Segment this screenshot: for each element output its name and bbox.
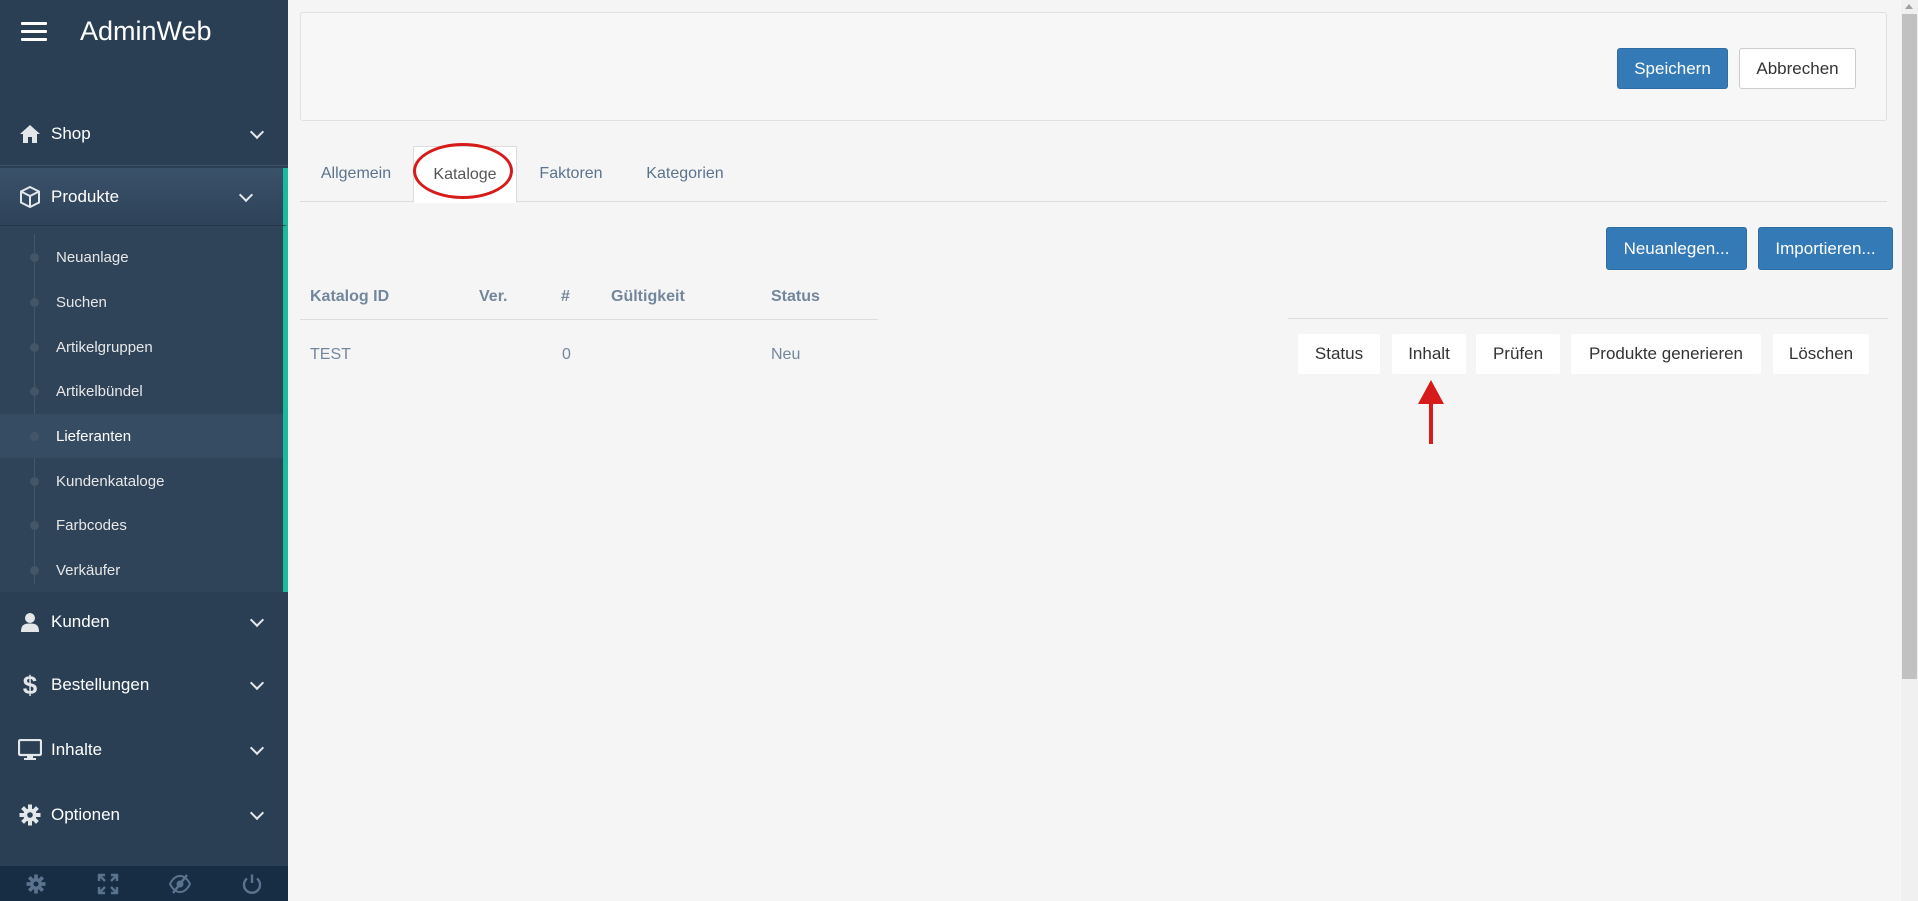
sidebar-item-optionen[interactable]: Optionen [0,783,288,847]
sidebar-item-label: Shop [51,123,91,143]
scroll-up-icon[interactable] [1905,4,1913,9]
fullscreen-icon[interactable] [72,866,144,901]
cell-catalog-id: TEST [310,346,351,363]
cell-count: 0 [562,346,571,363]
pruefen-button[interactable]: Prüfen [1476,334,1560,374]
delete-button[interactable]: Löschen [1773,334,1869,374]
sidebar-item-produkte[interactable]: Produkte [0,168,288,226]
subitem-label: Kundenkataloge [56,472,165,490]
annotation-arrow-shaft [1429,400,1433,444]
divider [1288,318,1888,319]
import-catalog-button[interactable]: Importieren... [1758,227,1893,270]
subitem-label: Verkäufer [56,561,121,579]
chevron-down-icon [249,675,265,691]
new-catalog-button[interactable]: Neuanlegen... [1606,227,1747,270]
subitem-label: Neuanlage [56,248,129,266]
subitem-label: Artikelgruppen [56,338,153,356]
produkte-submenu: Neuanlage Suchen Artikelgruppen Artikelb… [0,226,288,592]
menu-toggle-icon[interactable] [21,22,47,42]
save-button[interactable]: Speichern [1617,48,1728,89]
generate-products-button[interactable]: Produkte generieren [1571,334,1761,374]
column-header-count: # [561,288,570,305]
user-icon [18,610,42,634]
chevron-down-icon [249,740,265,756]
tab-kategorien[interactable]: Kategorien [625,146,745,202]
column-header-status: Status [771,288,820,305]
vertical-scrollbar[interactable] [1901,0,1918,901]
tab-allgemein[interactable]: Allgemein [300,146,412,202]
sidebar-item-label: Optionen [51,805,120,824]
settings-gear-icon[interactable] [0,866,72,901]
brand: AdminWeb [0,0,288,64]
gear-icon [18,803,42,827]
eye-slash-icon[interactable] [144,866,216,901]
column-header-version: Ver. [479,288,508,305]
cancel-button[interactable]: Abbrechen [1739,48,1856,89]
sidebar-subitem-neuanlage[interactable]: Neuanlage [0,235,283,279]
tab-faktoren[interactable]: Faktoren [524,146,618,202]
column-header-validity: Gültigkeit [611,288,685,305]
power-icon[interactable] [216,866,288,901]
chevron-down-icon [249,805,265,821]
home-icon [18,122,42,146]
subitem-label: Farbcodes [56,516,127,534]
chevron-down-icon [249,124,265,139]
sidebar-subitem-kundenkataloge[interactable]: Kundenkataloge [0,459,283,503]
sidebar-item-label: Kunden [51,612,110,631]
subitem-label: Artikelbündel [56,382,143,400]
status-button[interactable]: Status [1298,334,1380,374]
dollar-icon: $ [22,669,38,700]
sidebar-subitem-verkaeufer[interactable]: Verkäufer [0,548,283,592]
chevron-down-icon [249,612,265,628]
sidebar: AdminWeb Shop Produkte Neuanlage Suchen … [0,0,288,901]
sidebar-subitem-suchen[interactable]: Suchen [0,280,283,324]
monitor-icon [18,738,42,762]
sidebar-item-label: Inhalte [51,740,103,759]
sidebar-subitem-farbcodes[interactable]: Farbcodes [0,503,283,547]
cube-icon [18,185,42,209]
app-title: AdminWeb [80,16,212,46]
subitem-label: Lieferanten [56,427,132,445]
tab-bar: Allgemein Kataloge Faktoren Kategorien [300,146,1887,203]
chevron-down-icon [238,187,254,202]
table-row[interactable]: TEST 0 Neu [300,332,878,380]
sidebar-item-bestellungen[interactable]: $ Bestellungen [0,653,288,717]
sidebar-subitem-artikelbuendel[interactable]: Artikelbündel [0,369,283,413]
sidebar-item-label: Bestellungen [51,675,150,694]
tab-kataloge[interactable]: Kataloge [413,146,517,203]
subitem-label: Suchen [56,293,107,311]
sidebar-footer [0,866,288,901]
scroll-thumb[interactable] [1902,14,1917,679]
sidebar-item-label: Produkte [51,186,120,206]
sidebar-item-kunden[interactable]: Kunden [0,590,288,654]
sidebar-subitem-lieferanten[interactable]: Lieferanten [0,414,283,458]
cell-status: Neu [771,346,801,363]
sidebar-item-shop[interactable]: Shop [0,102,288,166]
column-header-id: Katalog ID [310,288,390,305]
catalog-table-header: Katalog ID Ver. # Gültigkeit Status [300,282,878,320]
sidebar-subitem-artikelgruppen[interactable]: Artikelgruppen [0,325,283,369]
sidebar-item-inhalte[interactable]: Inhalte [0,718,288,782]
inhalt-button[interactable]: Inhalt [1392,334,1466,374]
